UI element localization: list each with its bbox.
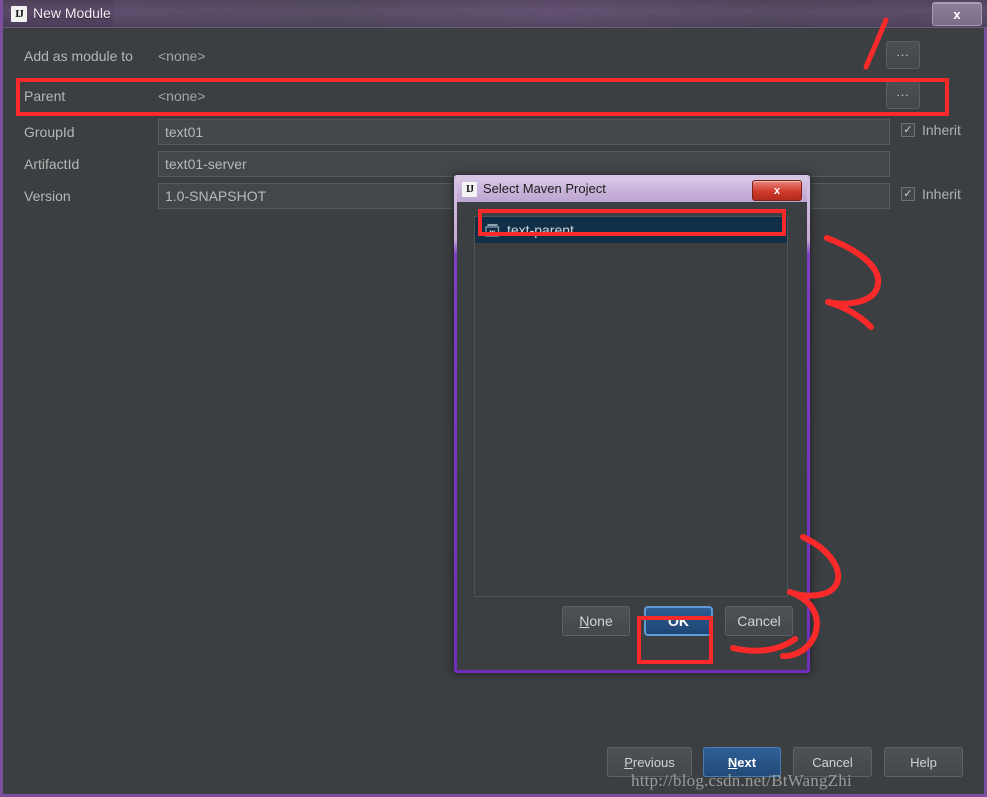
checkmark-icon: ✓	[901, 123, 915, 137]
outer-title-bar: IJ New Module x	[3, 0, 987, 28]
inherit-label: Inherit	[922, 122, 961, 138]
field-label: GroupId	[24, 124, 75, 140]
inner-button-bar: None OK Cancel	[457, 606, 807, 642]
none-mnemonic: N	[579, 613, 590, 629]
inherit-checkbox-version[interactable]: ✓ Inherit	[901, 186, 961, 202]
maven-project-icon: m	[485, 223, 500, 237]
screen: IJ New Module x Add as module to <none> …	[0, 0, 987, 797]
none-button[interactable]: None	[562, 606, 630, 636]
svg-text:m: m	[489, 228, 495, 237]
field-value: <none>	[158, 48, 206, 64]
list-item[interactable]: m text-parent	[475, 217, 787, 243]
inner-dialog-title: Select Maven Project	[483, 181, 606, 196]
previous-mnemonic: P	[624, 754, 633, 770]
field-label: Add as module to	[24, 48, 133, 64]
title-bar-background-bleed	[113, 0, 987, 28]
watermark-text: http://blog.csdn.net/BtWangZhi	[631, 771, 852, 790]
intellij-idea-icon: IJ	[462, 182, 477, 197]
select-maven-project-dialog: IJ Select Maven Project x m text-parent	[454, 175, 810, 673]
browse-button-parent[interactable]: ...	[886, 81, 920, 109]
maven-project-list[interactable]: m text-parent	[474, 216, 788, 597]
next-mnemonic: N	[727, 754, 738, 770]
none-label-rest: one	[589, 613, 613, 629]
ok-button[interactable]: OK	[644, 606, 713, 636]
field-label: Parent	[24, 88, 66, 104]
outer-dialog-title: New Module	[33, 5, 111, 21]
list-item-label: text-parent	[507, 222, 574, 238]
field-row-parent: Parent <none> ...	[6, 81, 984, 114]
next-label-rest: ext	[737, 754, 757, 770]
close-icon[interactable]: x	[752, 180, 802, 201]
browse-button-add-as-module-to[interactable]: ...	[886, 41, 920, 69]
inner-dialog-body: m text-parent None OK Cancel	[457, 202, 807, 670]
close-icon[interactable]: x	[932, 2, 982, 26]
inherit-checkbox-groupid[interactable]: ✓ Inherit	[901, 122, 961, 138]
field-label: ArtifactId	[24, 156, 80, 172]
field-row-add-as-module-to: Add as module to <none> ...	[6, 41, 984, 74]
cancel-button[interactable]: Cancel	[725, 606, 793, 636]
inherit-label: Inherit	[922, 186, 961, 202]
inner-title-bar: IJ Select Maven Project x	[457, 178, 807, 202]
previous-label-rest: revious	[632, 754, 675, 770]
intellij-idea-icon: IJ	[11, 6, 27, 22]
field-row-groupid: GroupId text01 ✓ Inherit	[6, 118, 984, 150]
groupid-input[interactable]: text01	[158, 119, 890, 145]
field-label: Version	[24, 188, 71, 204]
help-button[interactable]: Help	[884, 747, 963, 777]
field-value: <none>	[158, 88, 206, 104]
checkmark-icon: ✓	[901, 187, 915, 201]
artifactid-input[interactable]: text01-server	[158, 151, 890, 177]
